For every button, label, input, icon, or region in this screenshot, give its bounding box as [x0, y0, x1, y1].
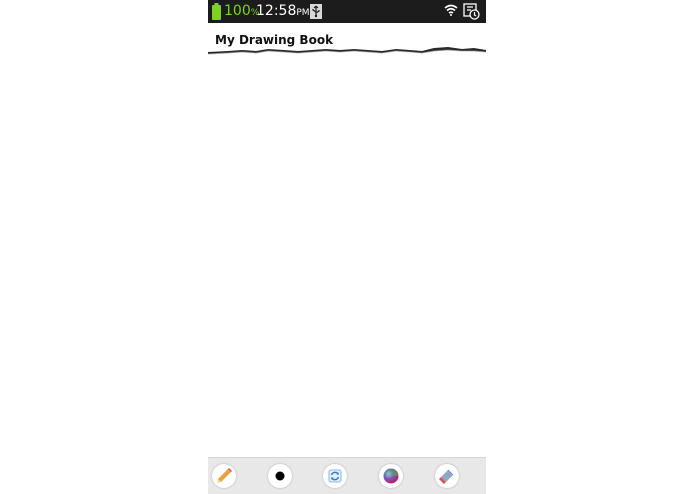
title-bar: My Drawing Book — [208, 23, 486, 59]
status-bar: 100% 12:58PM — [208, 0, 486, 23]
refresh-tool-button[interactable] — [323, 464, 347, 488]
usb-icon — [310, 4, 322, 19]
torn-paper-edge — [208, 47, 486, 55]
color-picker-tool-button[interactable] — [379, 464, 403, 488]
refresh-icon — [328, 469, 342, 483]
brush-size-tool-button[interactable] — [268, 464, 292, 488]
eraser-tool-button[interactable] — [435, 464, 459, 488]
dot-icon — [275, 471, 285, 481]
notification-icon — [463, 3, 480, 20]
bottom-toolbar — [208, 457, 486, 494]
battery-percent: 100% — [224, 3, 260, 19]
color-wheel-icon — [383, 468, 399, 484]
eraser-icon — [439, 469, 454, 484]
clock: 12:58PM — [256, 3, 310, 19]
pencil-tool-button[interactable] — [212, 464, 236, 488]
battery-icon — [212, 3, 221, 20]
pencil-icon — [217, 468, 232, 483]
wifi-icon — [444, 4, 458, 16]
phone-screen: 100% 12:58PM My Drawing Book — [208, 0, 486, 494]
drawing-canvas[interactable] — [208, 59, 486, 457]
